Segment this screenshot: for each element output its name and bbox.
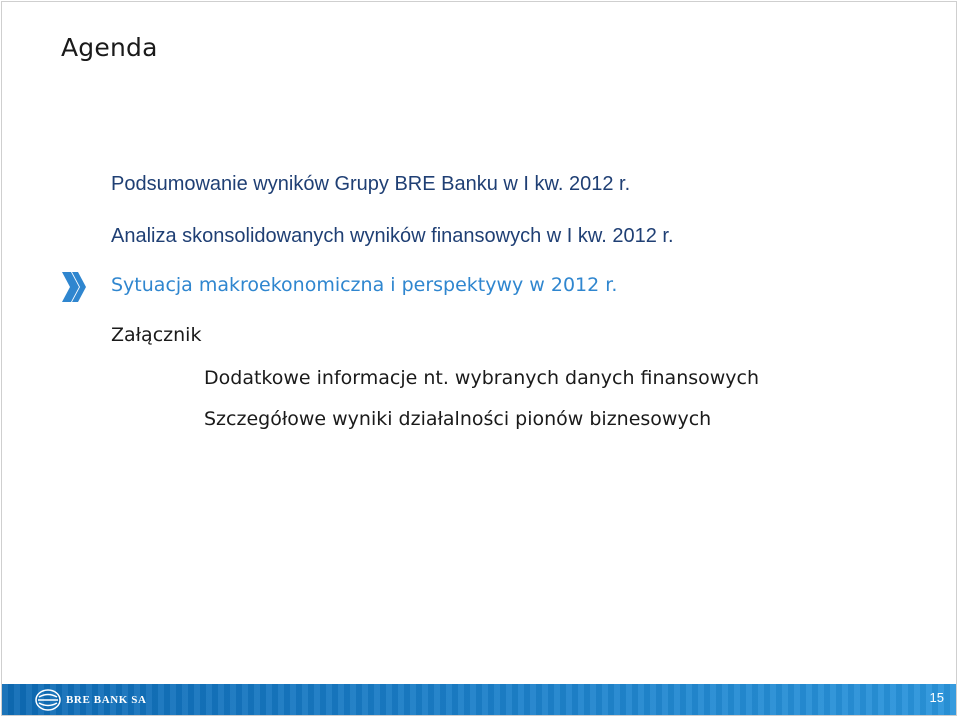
- agenda-subitem-additional-info: Dodatkowe informacje nt. wybranych danyc…: [204, 367, 760, 389]
- page-number: 15: [929, 690, 944, 705]
- agenda-item-summary: Podsumowanie wyników Grupy BRE Banku w I…: [111, 173, 631, 195]
- agenda-item-macroeconomic-current: Sytuacja makroekonomiczna i perspektywy …: [111, 274, 618, 296]
- agenda-subitem-business-results: Szczegółowe wyniki działalności pionów b…: [204, 408, 712, 430]
- agenda-item-analysis: Analiza skonsolidowanych wyników finanso…: [111, 225, 674, 247]
- brand-name: BRE BANK SA: [66, 694, 147, 706]
- bre-logo-icon: [35, 689, 61, 711]
- footer-bar: BRE BANK SA 15: [2, 684, 956, 715]
- slide-title: Agenda: [61, 33, 158, 62]
- presentation-slide: Agenda Podsumowanie wyników Grupy BRE Ba…: [1, 1, 957, 716]
- double-chevron-right-icon: [62, 272, 86, 302]
- agenda-item-appendix: Załącznik: [111, 324, 202, 346]
